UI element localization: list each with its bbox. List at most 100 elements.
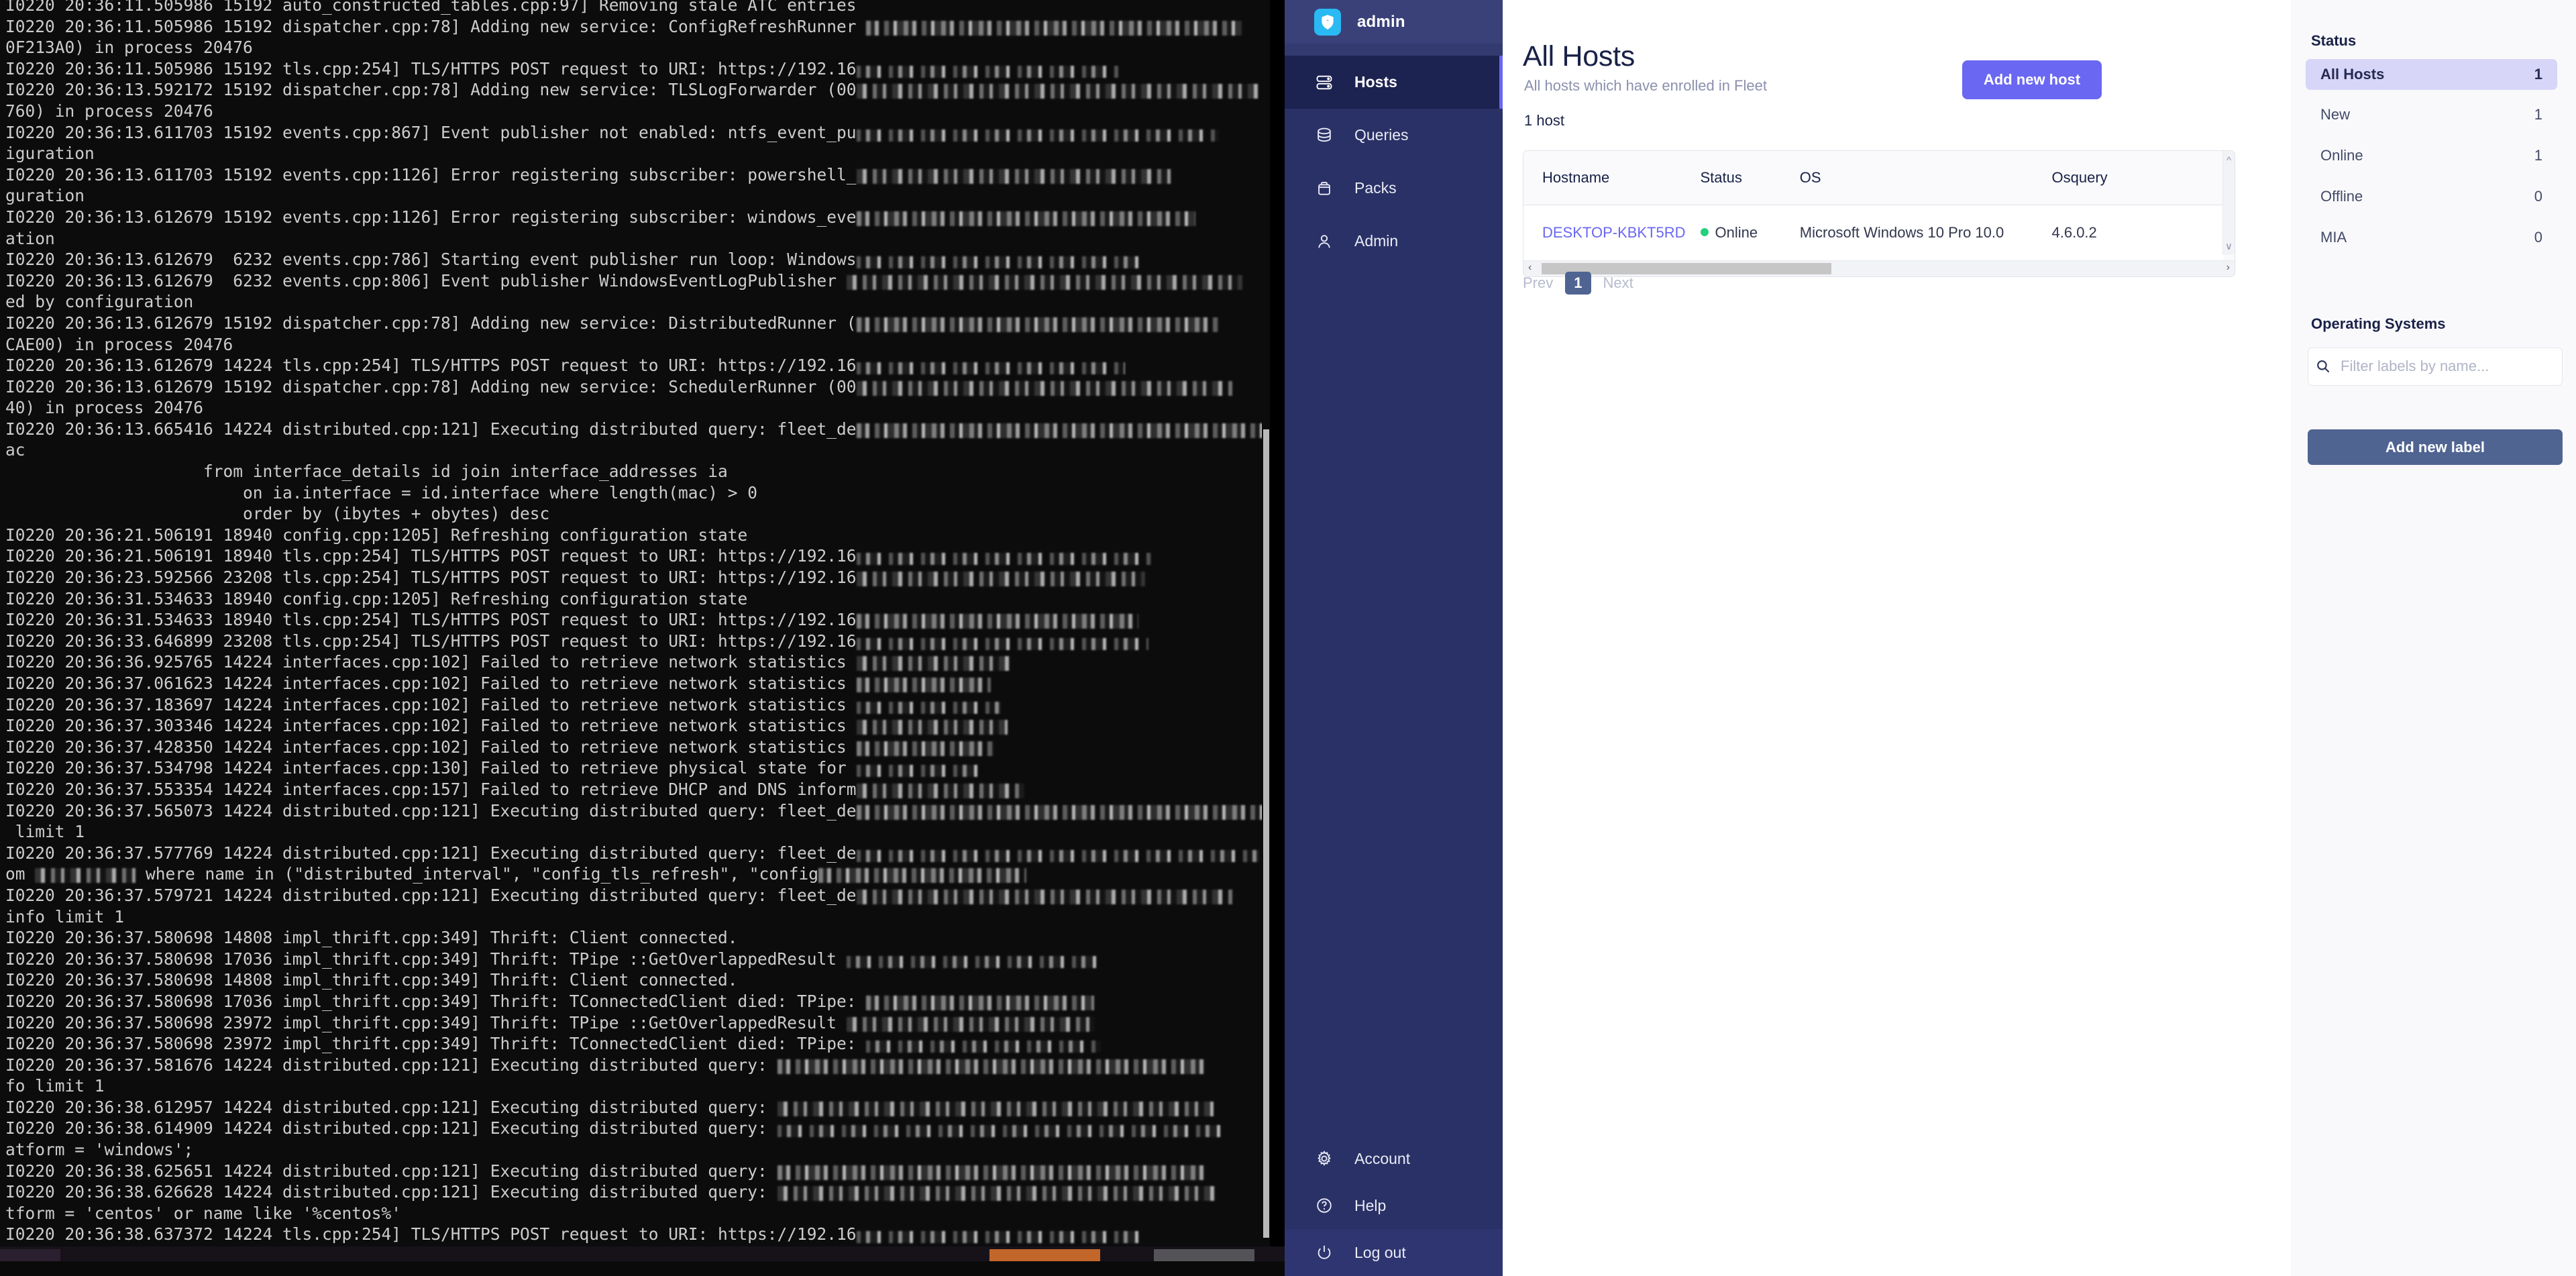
chevron-right-icon[interactable]: › <box>2226 262 2230 274</box>
operating-systems-heading: Operating Systems <box>2311 315 2446 332</box>
terminal-line-text: guration <box>5 186 85 206</box>
terminal-line: I0220 20:36:13.612679 15192 events.cpp:1… <box>5 207 1267 228</box>
redacted-text-block <box>856 553 1152 566</box>
terminal-line-text: ac <box>5 440 25 460</box>
status-filter-all-hosts[interactable]: All Hosts 1 <box>2306 59 2557 90</box>
add-new-label-button[interactable]: Add new label <box>2308 429 2563 465</box>
redacted-text-block <box>856 211 1195 226</box>
briefcase-icon <box>1314 178 1334 199</box>
column-header-osquery[interactable]: Osquery <box>2051 151 2223 205</box>
terminal-line: I0220 20:36:13.612679 6232 events.cpp:78… <box>5 249 1267 270</box>
terminal-log-output: I0220 20:36:11.505986 15192 auto_constru… <box>5 0 1273 1261</box>
terminal-line: I0220 20:36:13.611703 15192 events.cpp:8… <box>5 122 1267 144</box>
terminal-line: I0220 20:36:13.612679 15192 dispatcher.c… <box>5 376 1267 398</box>
terminal-line: I0220 20:36:37.565073 14224 distributed.… <box>5 800 1267 822</box>
terminal-line: ed by configuration <box>5 291 1267 313</box>
sidebar-item-help[interactable]: Help <box>1285 1182 1503 1229</box>
terminal-line-text: I0220 20:36:11.505986 15192 tls.cpp:254]… <box>5 58 857 78</box>
terminal-line-text: I0220 20:36:37.580698 23972 impl_thrift.… <box>5 1012 847 1032</box>
column-header-os[interactable]: OS <box>1799 151 2052 205</box>
terminal-line: I0220 20:36:37.580698 14808 impl_thrift.… <box>5 969 1267 991</box>
terminal-line: I0220 20:36:13.612679 15192 dispatcher.c… <box>5 313 1267 334</box>
sidebar-item-admin[interactable]: Admin <box>1285 215 1503 268</box>
redacted-text-block <box>856 317 1219 332</box>
gear-icon <box>1314 1149 1334 1169</box>
search-icon <box>2315 358 2332 376</box>
terminal-line: I0220 20:36:38.614909 14224 distributed.… <box>5 1118 1267 1139</box>
terminal-line: iguration <box>5 143 1267 164</box>
question-circle-icon <box>1314 1195 1334 1216</box>
redacted-text-block <box>35 868 136 884</box>
taskbar-item-left[interactable] <box>0 1249 60 1261</box>
os-taskbar[interactable] <box>0 1246 1285 1261</box>
sidebar-item-hosts[interactable]: Hosts <box>1285 56 1503 109</box>
sidebar-item-label: Account <box>1354 1149 1411 1167</box>
sidebar-item-queries[interactable]: Queries <box>1285 109 1503 162</box>
taskbar-item-active[interactable] <box>989 1249 1100 1261</box>
label-filter-input[interactable] <box>2339 357 2553 376</box>
redacted-text-block <box>856 765 981 778</box>
power-icon <box>1314 1242 1334 1263</box>
terminal-line: I0220 20:36:37.303346 14224 interfaces.c… <box>5 715 1267 737</box>
status-filter-offline[interactable]: Offline 0 <box>2306 181 2557 212</box>
sidebar-item-logout[interactable]: Log out <box>1285 1229 1503 1276</box>
add-new-host-button[interactable]: Add new host <box>1962 60 2102 99</box>
sidebar-item-packs[interactable]: Packs <box>1285 162 1503 215</box>
chevron-up-icon[interactable]: ^ <box>2223 155 2235 166</box>
terminal-line: I0220 20:36:21.506191 18940 config.cpp:1… <box>5 525 1267 546</box>
terminal-line-text: I0220 20:36:37.577769 14224 distributed.… <box>5 843 857 863</box>
terminal-line: I0220 20:36:13.665416 14224 distributed.… <box>5 419 1273 440</box>
sidebar-org-header[interactable]: admin <box>1285 0 1503 44</box>
chevron-down-icon[interactable]: ∨ <box>2223 240 2235 252</box>
terminal-window[interactable]: I0220 20:36:11.505986 15192 auto_constru… <box>0 0 1285 1261</box>
sidebar-item-account[interactable]: Account <box>1285 1135 1503 1182</box>
pagination-prev-button[interactable]: Prev <box>1523 274 1553 292</box>
redacted-text-block <box>856 656 1011 672</box>
terminal-line: I0220 20:36:13.612679 14224 tls.cpp:254]… <box>5 355 1267 376</box>
status-filter-count: 1 <box>2534 106 2542 123</box>
pagination-next-button[interactable]: Next <box>1603 274 1633 292</box>
host-count-label: 1 host <box>1524 112 1564 129</box>
redacted-text-block <box>777 1101 1214 1116</box>
hosts-table-container: Hostname Status OS Osquery DESKTOP-KBKT5… <box>1523 150 2235 277</box>
redacted-text-block <box>866 995 1095 1010</box>
table-vertical-scrollbar[interactable]: ^ ∨ <box>2222 151 2235 255</box>
terminal-line-text: CAE00) in process 20476 <box>5 334 233 354</box>
cell-status: Online <box>1700 205 1800 260</box>
sidebar-item-label: Help <box>1354 1196 1387 1214</box>
status-filter-label: New <box>2320 106 2351 123</box>
terminal-line-text: I0220 20:36:13.612679 6232 events.cpp:78… <box>5 250 857 270</box>
terminal-line-text: I0220 20:36:37.534798 14224 interfaces.c… <box>5 758 857 778</box>
pagination-page-1[interactable]: 1 <box>1565 272 1591 295</box>
redacted-text-block <box>777 1125 1220 1138</box>
sidebar-item-label: Admin <box>1354 232 1399 250</box>
status-filter-count: 1 <box>2534 147 2542 164</box>
terminal-line-text: I0220 20:36:13.612679 15192 events.cpp:1… <box>5 207 857 227</box>
terminal-line: I0220 20:36:37.580698 14808 impl_thrift.… <box>5 927 1267 949</box>
redacted-text-block <box>856 614 1138 629</box>
terminal-line-text: where name in ("distributed_interval", "… <box>136 864 819 884</box>
status-filter-new[interactable]: New 1 <box>2306 99 2557 130</box>
terminal-line-text: I0220 20:36:21.506191 18940 tls.cpp:254]… <box>5 546 857 566</box>
hostname-link[interactable]: DESKTOP-KBKT5RD <box>1542 224 1686 241</box>
status-filter-mia[interactable]: MIA 0 <box>2306 222 2557 253</box>
redacted-text-block <box>856 889 1232 904</box>
server-icon <box>1314 72 1334 93</box>
table-row[interactable]: DESKTOP-KBKT5RD Online Microsoft Windows… <box>1523 205 2223 260</box>
terminal-line: I0220 20:36:31.534633 18940 tls.cpp:254]… <box>5 609 1267 631</box>
terminal-scrollbar-thumb[interactable] <box>1263 429 1269 1238</box>
terminal-line: om where name in ("distributed_interval"… <box>5 863 1267 885</box>
cell-hostname: DESKTOP-KBKT5RD <box>1523 205 1701 260</box>
column-header-status[interactable]: Status <box>1700 151 1800 205</box>
column-header-hostname[interactable]: Hostname <box>1523 151 1701 205</box>
status-filter-online[interactable]: Online 1 <box>2306 140 2557 171</box>
terminal-line: I0220 20:36:37.183697 14224 interfaces.c… <box>5 694 1267 716</box>
table-header-row: Hostname Status OS Osquery <box>1523 151 2223 205</box>
terminal-line-text: I0220 20:36:37.580698 23972 impl_thrift.… <box>5 1034 867 1054</box>
taskbar-item-secondary[interactable] <box>1154 1249 1254 1261</box>
redacted-text-block <box>856 168 1172 184</box>
page-subtitle: All hosts which have enrolled in Fleet <box>1524 77 1767 94</box>
terminal-line-text: I0220 20:36:37.565073 14224 distributed.… <box>5 800 857 820</box>
redacted-text-block <box>777 1186 1217 1202</box>
page-title: All Hosts <box>1523 40 1635 72</box>
